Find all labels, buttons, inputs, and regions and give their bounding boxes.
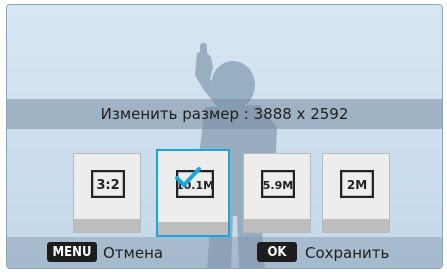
ok-key[interactable]: OK — [257, 242, 297, 262]
svg-text:3:2: 3:2 — [96, 178, 119, 193]
resize-info-text: Изменить размер : 3888 x 2592 — [100, 105, 349, 123]
svg-text:2M: 2M — [347, 178, 367, 192]
menu-key[interactable]: MENU — [47, 242, 97, 262]
svg-text:5.9M: 5.9M — [263, 179, 293, 192]
camera-screen: Изменить размер : 3888 x 2592 3:2 10.1M — [6, 4, 443, 269]
option-3-2[interactable]: 3:2 — [73, 153, 141, 233]
ratio-3-2-icon: 3:2 — [91, 170, 125, 198]
size-2m-icon: 2M — [340, 170, 374, 198]
checkmark-icon — [175, 167, 201, 187]
cancel-label[interactable]: Отмена — [103, 244, 163, 262]
bottom-bar: MENU Отмена OK Сохранить — [7, 237, 442, 268]
option-2m[interactable]: 2M — [322, 153, 390, 233]
option-5-9m[interactable]: 5.9M — [243, 153, 311, 233]
resize-options: 3:2 10.1M 5.9M 2M — [7, 149, 442, 237]
option-10-1m[interactable]: 10.1M — [156, 149, 230, 237]
save-label[interactable]: Сохранить — [305, 244, 389, 262]
size-5-9m-icon: 5.9M — [261, 170, 295, 198]
resize-info-bar: Изменить размер : 3888 x 2592 — [7, 99, 442, 129]
